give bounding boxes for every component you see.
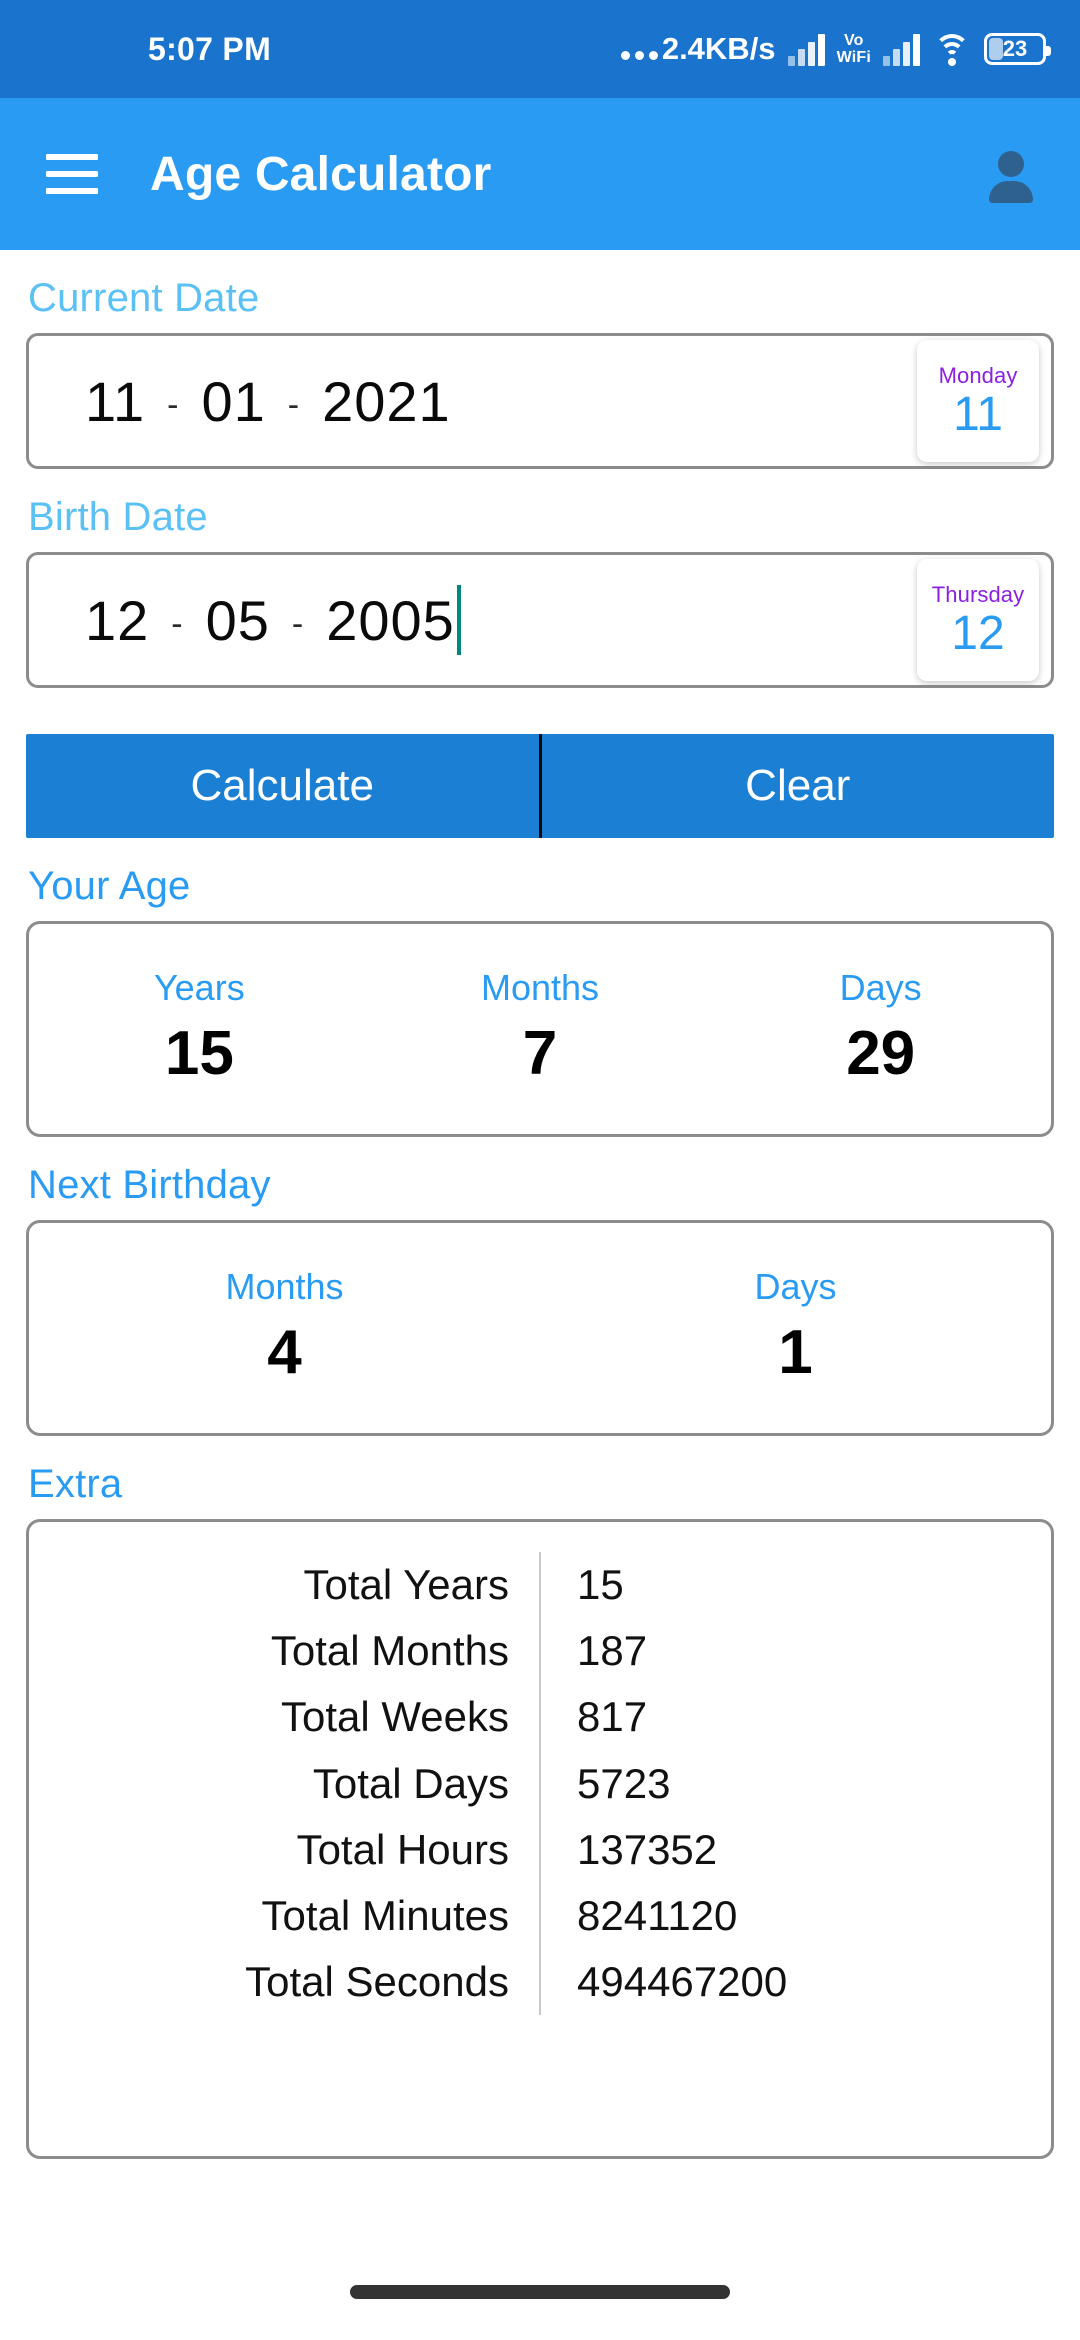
clear-button[interactable]: Clear xyxy=(541,734,1054,838)
your-age-card: Years 15 Months 7 Days 29 xyxy=(26,921,1054,1137)
account-person-icon[interactable] xyxy=(984,147,1038,203)
hamburger-menu-icon[interactable] xyxy=(46,154,98,194)
phone-screen: 5:07 PM 2.4KB/s Vo WiFi 23 Age Calculato… xyxy=(0,0,1080,2340)
current-date-year: 2021 xyxy=(322,369,451,433)
birth-date-value: 12 - 05 - 2005 xyxy=(85,585,461,655)
birth-date-day-number: 12 xyxy=(951,607,1005,660)
app-bar: Age Calculator xyxy=(0,98,1080,250)
extra-card: Total Years 15 Total Months 187 Total We… xyxy=(26,1519,1054,2159)
current-date-input[interactable]: 11 - 01 - 2021 Monday 11 xyxy=(26,333,1054,469)
birth-date-day: 12 xyxy=(85,588,150,652)
birth-date-month: 05 xyxy=(205,588,270,652)
battery-fill xyxy=(989,38,1003,60)
vowifi-bottom-label: WiFi xyxy=(836,49,871,66)
extra-label: Extra xyxy=(28,1462,123,1506)
table-row: Total Weeks 817 xyxy=(29,1684,1051,1751)
table-row: Total Seconds 494467200 xyxy=(29,1949,1051,2016)
next-birthday-months-value: 4 xyxy=(267,1318,302,1387)
ellipsis-icon xyxy=(620,51,658,67)
extra-row-key: Total Hours xyxy=(29,1816,541,1883)
current-date-month: 01 xyxy=(201,369,266,433)
network-speed-value: 2.4KB/s xyxy=(661,31,776,66)
extra-row-value: 15 xyxy=(577,1561,624,1608)
extra-row-value: 5723 xyxy=(577,1759,671,1807)
status-bar: 5:07 PM 2.4KB/s Vo WiFi 23 xyxy=(0,0,1080,98)
birth-date-weekday: Thursday xyxy=(931,582,1025,607)
network-speed-indicator: 2.4KB/s xyxy=(620,31,776,67)
birth-date-label: Birth Date xyxy=(28,495,208,539)
extra-row-key: Total Weeks xyxy=(29,1684,541,1751)
extra-row-key: Total Minutes xyxy=(29,1882,541,1950)
extra-table: Total Years 15 Total Months 187 Total We… xyxy=(29,1552,1051,2016)
status-icons-group: 2.4KB/s Vo WiFi 23 xyxy=(620,31,1051,67)
next-birthday-days-key: Days xyxy=(754,1266,837,1307)
birth-date-sep-1: - xyxy=(171,604,184,643)
your-age-days-key: Days xyxy=(839,967,922,1008)
cellular-signal-icon xyxy=(787,32,825,66)
birth-date-sep-2: - xyxy=(291,604,305,643)
table-row: Total Minutes 8241120 xyxy=(29,1882,1051,1950)
your-age-days-value: 29 xyxy=(846,1019,916,1088)
your-age-years-key: Years xyxy=(153,967,245,1008)
next-birthday-label: Next Birthday xyxy=(28,1163,271,1207)
current-date-day-number: 11 xyxy=(953,388,1003,441)
extra-row-key: Total Months xyxy=(29,1618,541,1685)
wifi-icon xyxy=(932,32,972,66)
next-birthday-months-key: Months xyxy=(225,1266,344,1307)
current-date-day-card[interactable]: Monday 11 xyxy=(917,340,1039,462)
vowifi-top-label: Vo xyxy=(843,32,864,49)
extra-row-value: 817 xyxy=(577,1693,648,1741)
your-age-label: Your Age xyxy=(28,864,191,908)
text-cursor xyxy=(456,585,461,655)
your-age-months-value: 7 xyxy=(522,1019,558,1088)
your-age-years-value: 15 xyxy=(164,1019,234,1088)
cellular-signal-icon-2 xyxy=(883,32,920,66)
table-row: Total Hours 137352 xyxy=(29,1816,1051,1883)
calculate-button[interactable]: Calculate xyxy=(26,734,539,838)
main-content: Current Date 11 - 01 - 2021 Monday 11 Bi… xyxy=(0,250,1080,2244)
current-date-value: 11 - 01 - 2021 xyxy=(85,369,451,434)
table-row: Total Days 5723 xyxy=(29,1750,1051,1817)
birth-date-year: 2005 xyxy=(326,588,455,652)
table-row: Total Months 187 xyxy=(29,1618,1051,1685)
table-row: Total Years 15 xyxy=(29,1552,1051,1619)
extra-row-value: 8241120 xyxy=(577,1891,738,1939)
current-date-day: 11 xyxy=(85,369,146,433)
your-age-months: Months 7 xyxy=(370,952,711,1100)
current-date-label: Current Date xyxy=(28,276,260,320)
vowifi-icon: Vo WiFi xyxy=(837,32,871,66)
birth-date-day-card[interactable]: Thursday 12 xyxy=(917,559,1039,681)
page-title: Age Calculator xyxy=(150,147,492,201)
current-date-sep-2: - xyxy=(287,385,301,424)
extra-row-value: 137352 xyxy=(577,1825,718,1873)
extra-row-key: Total Seconds xyxy=(29,1949,541,2016)
system-navigation-bar xyxy=(0,2244,1080,2340)
current-date-weekday: Monday xyxy=(938,363,1018,388)
your-age-days: Days 29 xyxy=(710,952,1051,1100)
current-date-sep-1: - xyxy=(167,385,180,424)
action-button-row: Calculate Clear xyxy=(26,734,1054,838)
extra-row-key: Total Years xyxy=(29,1552,541,1619)
next-birthday-months: Months 4 xyxy=(29,1251,540,1399)
your-age-months-key: Months xyxy=(480,967,600,1008)
next-birthday-days-value: 1 xyxy=(778,1318,813,1387)
gesture-home-pill[interactable] xyxy=(350,2285,730,2299)
next-birthday-days: Days 1 xyxy=(540,1251,1051,1399)
birth-date-input[interactable]: 12 - 05 - 2005 Thursday 12 xyxy=(26,552,1054,688)
status-time: 5:07 PM xyxy=(148,30,272,67)
battery-icon: 23 xyxy=(984,33,1051,65)
extra-row-value: 494467200 xyxy=(577,1958,788,2006)
extra-row-value: 187 xyxy=(577,1627,648,1675)
your-age-years: Years 15 xyxy=(29,952,370,1100)
battery-level-text: 23 xyxy=(1002,36,1028,61)
extra-row-key: Total Days xyxy=(29,1750,541,1817)
next-birthday-card: Months 4 Days 1 xyxy=(26,1220,1054,1436)
